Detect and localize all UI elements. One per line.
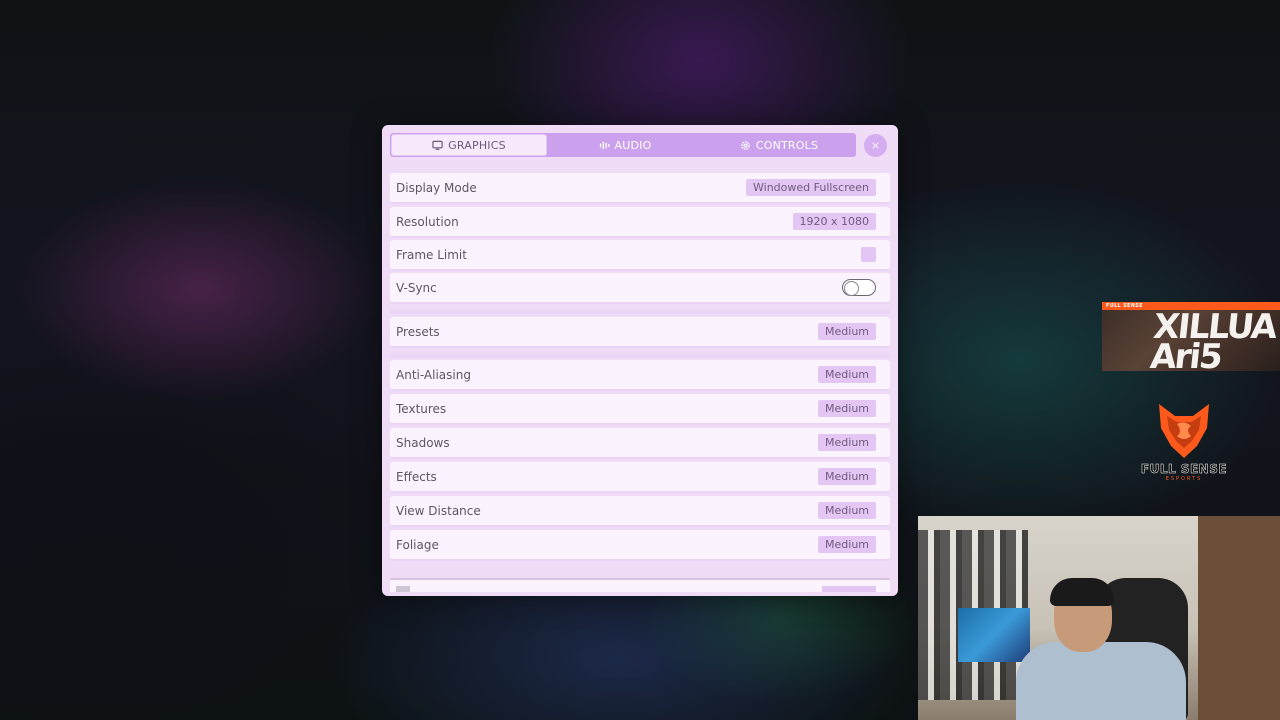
streamer: [1016, 578, 1186, 720]
effects-select[interactable]: Medium: [818, 468, 876, 485]
setting-label: Display Mode: [396, 180, 477, 195]
poster-image: [958, 608, 1030, 662]
setting-row-cut-off[interactable]: [390, 578, 890, 592]
streamer-body: [1016, 642, 1186, 720]
audio-wave-icon: [599, 141, 610, 149]
tab-graphics-label: GRAPHICS: [448, 138, 506, 152]
setting-label: Presets: [396, 324, 440, 339]
close-icon: ×: [870, 139, 881, 152]
resolution-select[interactable]: 1920 x 1080: [792, 213, 876, 230]
setting-label: Anti-Aliasing: [396, 367, 471, 382]
gear-icon: [741, 140, 750, 150]
wooden-door: [1198, 516, 1280, 720]
shadows-select[interactable]: Medium: [818, 434, 876, 451]
setting-row-presets[interactable]: Presets Medium: [390, 317, 890, 348]
logo-title: FULL SENSE: [1140, 462, 1228, 477]
monitor-icon: [432, 140, 443, 150]
setting-row-shadows[interactable]: Shadows Medium: [390, 428, 890, 459]
camera-banner-text: FULL SENSE: [1106, 303, 1143, 309]
streamer-hair: [1050, 578, 1114, 606]
foliage-select[interactable]: Medium: [818, 536, 876, 553]
setting-row-textures[interactable]: Textures Medium: [390, 394, 890, 425]
setting-label: Foliage: [396, 537, 439, 552]
cut-off-value: [822, 586, 876, 592]
setting-label: Textures: [396, 401, 447, 416]
settings-modal: GRAPHICS AUDIO CONTROLS × Display Mode W…: [382, 125, 898, 596]
logo-subtitle: ESPORTS: [1165, 476, 1203, 482]
setting-row-view-distance[interactable]: View Distance Medium: [390, 496, 890, 527]
view-distance-select[interactable]: Medium: [818, 502, 876, 519]
setting-row-display-mode[interactable]: Display Mode Windowed Fullscreen: [390, 173, 890, 204]
tab-graphics[interactable]: GRAPHICS: [391, 134, 547, 156]
setting-row-resolution[interactable]: Resolution 1920 x 1080: [390, 207, 890, 238]
frame-limit-select[interactable]: [861, 247, 876, 262]
setting-label: V-Sync: [396, 280, 437, 295]
settings-tab-bar: GRAPHICS AUDIO CONTROLS: [390, 133, 856, 157]
setting-row-foliage[interactable]: Foliage Medium: [390, 530, 890, 561]
presets-select[interactable]: Medium: [818, 323, 876, 340]
webcam-overlay: [918, 516, 1280, 720]
jersey-print: XILLUA Ari5: [1148, 307, 1278, 371]
team-logo: FULL SENSE ESPORTS: [1132, 402, 1236, 482]
section-divider: [390, 306, 890, 314]
setting-row-effects[interactable]: Effects Medium: [390, 462, 890, 493]
setting-label: Frame Limit: [396, 247, 467, 262]
tab-controls[interactable]: CONTROLS: [702, 133, 856, 157]
vsync-toggle[interactable]: [842, 279, 876, 296]
setting-label: Shadows: [396, 435, 450, 450]
tab-audio-label: AUDIO: [614, 138, 652, 152]
anti-aliasing-select[interactable]: Medium: [818, 366, 876, 383]
section-divider: [390, 350, 890, 358]
tab-controls-label: CONTROLS: [755, 138, 819, 152]
textures-select[interactable]: Medium: [818, 400, 876, 417]
setting-label: View Distance: [396, 503, 481, 518]
setting-row-frame-limit[interactable]: Frame Limit: [390, 240, 890, 271]
fox-logo-icon: [1159, 404, 1209, 458]
setting-row-anti-aliasing[interactable]: Anti-Aliasing Medium: [390, 360, 890, 391]
secondary-camera-overlay: FULL SENSE XILLUA Ari5: [1102, 302, 1280, 371]
tab-audio[interactable]: AUDIO: [548, 133, 702, 157]
close-button[interactable]: ×: [864, 134, 887, 157]
setting-row-vsync[interactable]: V-Sync: [390, 273, 890, 304]
setting-label: Resolution: [396, 214, 459, 229]
display-mode-select[interactable]: Windowed Fullscreen: [746, 179, 876, 196]
setting-label: Effects: [396, 469, 437, 484]
cut-off-label: [396, 586, 410, 592]
